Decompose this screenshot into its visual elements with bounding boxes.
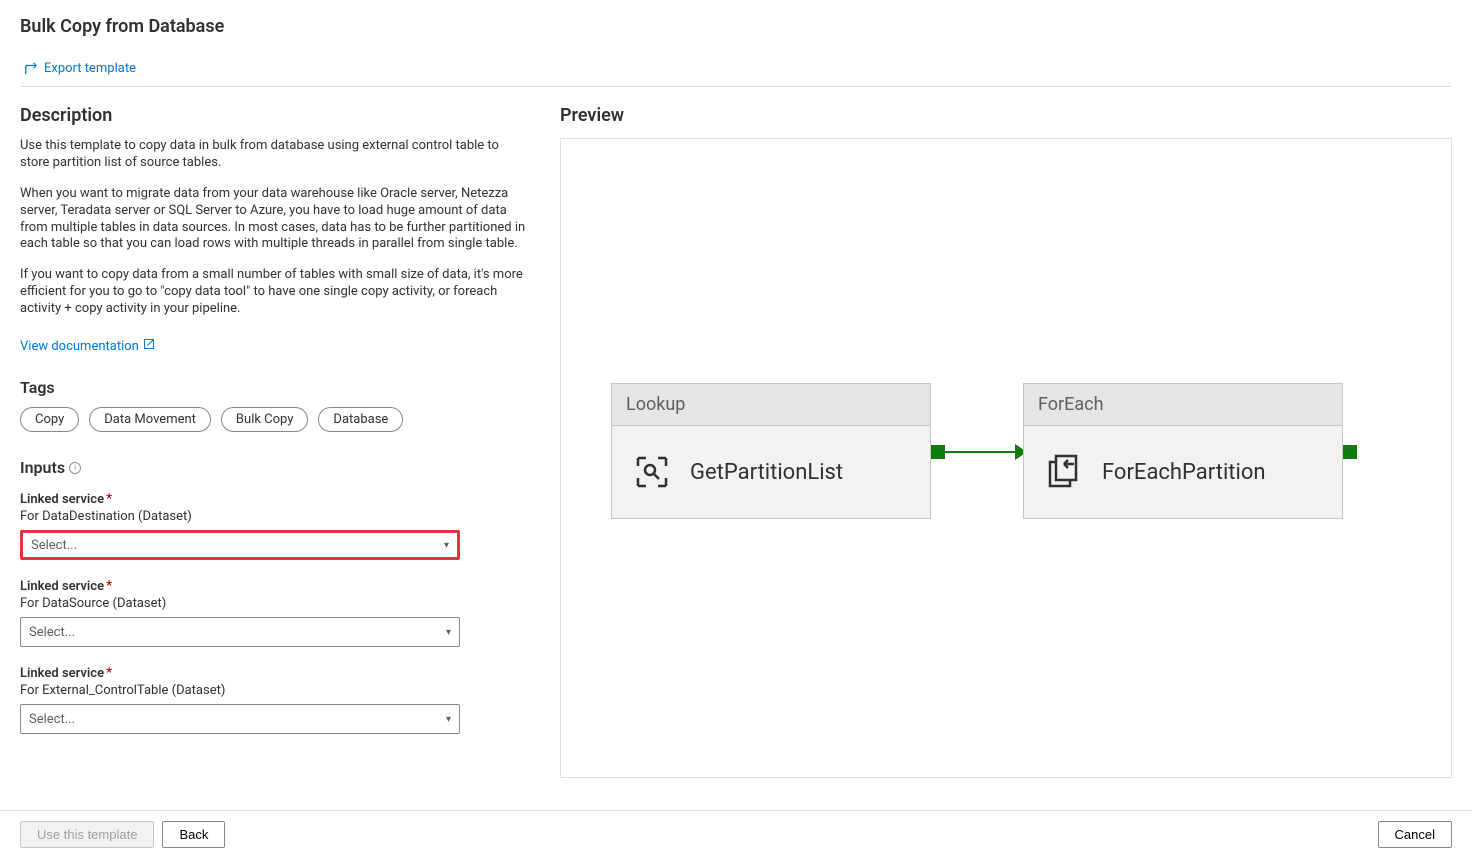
lookup-icon [632,452,672,492]
description-para-3: If you want to copy data from a small nu… [20,267,530,318]
activity-output-port[interactable] [1343,445,1357,459]
export-template-link[interactable]: Export template [0,37,1472,86]
chevron-down-icon: ▾ [446,627,451,638]
activity-type-label: ForEach [1024,384,1342,426]
field-label: Linked service [20,666,104,681]
linked-service-select-datasource[interactable]: Select... ▾ [20,617,460,647]
required-indicator: * [106,665,112,681]
export-template-label: Export template [44,61,136,76]
cancel-button[interactable]: Cancel [1378,821,1452,848]
activity-connector [931,451,1023,453]
required-indicator: * [106,491,112,507]
field-sublabel: For DataSource (Dataset) [20,596,560,611]
tags-heading: Tags [20,378,560,397]
export-icon [24,62,38,76]
inputs-heading: Inputs i [20,458,560,477]
preview-canvas[interactable]: Lookup GetPartitionList ForEach [560,138,1452,778]
tag-database[interactable]: Database [318,407,403,432]
linked-service-field-datadestination: Linked service* For DataDestination (Dat… [20,491,560,560]
activity-card-lookup[interactable]: Lookup GetPartitionList [611,383,931,519]
chevron-down-icon: ▾ [444,540,449,551]
select-placeholder: Select... [31,538,77,553]
preview-heading: Preview [560,105,1452,126]
back-button[interactable]: Back [162,821,225,848]
use-this-template-button[interactable]: Use this template [20,821,154,848]
foreach-icon [1044,452,1084,492]
external-link-icon [143,338,155,354]
activity-type-label: Lookup [612,384,930,426]
activity-name: ForEachPartition [1102,460,1266,485]
tag-copy[interactable]: Copy [20,407,79,432]
tag-data-movement[interactable]: Data Movement [89,407,211,432]
footer-bar: Use this template Back Cancel [0,810,1472,864]
page-title: Bulk Copy from Database [0,0,1472,37]
activity-name: GetPartitionList [690,460,843,485]
description-para-1: Use this template to copy data in bulk f… [20,138,530,172]
required-indicator: * [106,578,112,594]
field-label: Linked service [20,492,104,507]
field-label: Linked service [20,579,104,594]
description-heading: Description [20,105,560,126]
linked-service-field-datasource: Linked service* For DataSource (Dataset)… [20,578,560,647]
field-sublabel: For DataDestination (Dataset) [20,509,560,524]
info-icon[interactable]: i [69,462,81,474]
view-documentation-label: View documentation [20,339,139,354]
select-placeholder: Select... [29,625,75,640]
linked-service-field-controltable: Linked service* For External_ControlTabl… [20,665,560,734]
linked-service-select-controltable[interactable]: Select... ▾ [20,704,460,734]
view-documentation-link[interactable]: View documentation [20,338,155,354]
select-placeholder: Select... [29,712,75,727]
tag-bulk-copy[interactable]: Bulk Copy [221,407,309,432]
description-para-2: When you want to migrate data from your … [20,186,530,254]
linked-service-select-datadestination[interactable]: Select... ▾ [20,530,460,560]
activity-card-foreach[interactable]: ForEach ForEachPartition [1023,383,1343,519]
chevron-down-icon: ▾ [446,714,451,725]
field-sublabel: For External_ControlTable (Dataset) [20,683,560,698]
